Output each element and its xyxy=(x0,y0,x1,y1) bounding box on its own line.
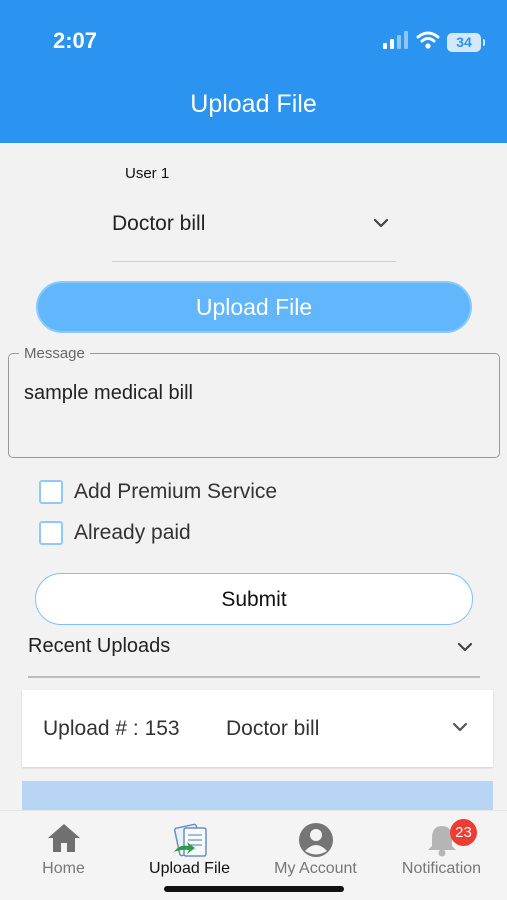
app-header: 2:07 34 Upload File xyxy=(0,0,507,143)
battery-icon: 34 xyxy=(447,33,485,52)
premium-service-label: Add Premium Service xyxy=(74,480,278,503)
upload-id: Upload # : 153 xyxy=(43,717,180,740)
premium-service-option[interactable]: Add Premium Service xyxy=(39,480,277,504)
chevron-down-icon xyxy=(451,718,469,741)
nav-upload-file-label: Upload File xyxy=(149,860,230,877)
home-icon xyxy=(47,822,81,859)
recent-uploads-header[interactable]: Recent Uploads xyxy=(28,630,480,678)
page-title: Upload File xyxy=(190,90,317,118)
message-label: Message xyxy=(19,345,90,362)
home-indicator xyxy=(164,886,344,892)
upload-item-card[interactable]: Upload # : 153 Doctor bill xyxy=(22,690,493,767)
user-label: User 1 xyxy=(125,165,170,182)
already-paid-option[interactable]: Already paid xyxy=(39,521,191,545)
recent-uploads-title: Recent Uploads xyxy=(28,635,171,657)
document-type-value: Doctor bill xyxy=(112,212,206,235)
status-time: 2:07 xyxy=(53,28,98,53)
chevron-down-icon xyxy=(372,214,390,237)
document-type-select[interactable]: Doctor bill xyxy=(112,200,396,262)
message-field[interactable]: Message sample medical bill xyxy=(8,345,500,458)
already-paid-checkbox[interactable] xyxy=(39,521,63,545)
notification-badge: 23 xyxy=(450,819,477,846)
status-icons: 34 xyxy=(383,31,485,54)
nav-notification-label: Notification xyxy=(401,860,482,877)
message-value: sample medical bill xyxy=(24,382,193,404)
nav-home[interactable]: Home xyxy=(0,811,127,900)
already-paid-label: Already paid xyxy=(74,521,191,544)
upload-type: Doctor bill xyxy=(226,717,320,740)
premium-service-checkbox[interactable] xyxy=(39,480,63,504)
signal-icon xyxy=(383,31,409,54)
chevron-down-icon xyxy=(456,638,474,661)
upload-file-button[interactable]: Upload File xyxy=(36,281,472,333)
nav-my-account-label: My Account xyxy=(274,860,357,877)
wifi-icon xyxy=(416,31,440,54)
nav-notification[interactable]: 23 Notification xyxy=(378,811,505,900)
submit-button[interactable]: Submit xyxy=(35,573,473,625)
nav-home-label: Home xyxy=(42,860,85,877)
account-icon xyxy=(298,822,334,863)
